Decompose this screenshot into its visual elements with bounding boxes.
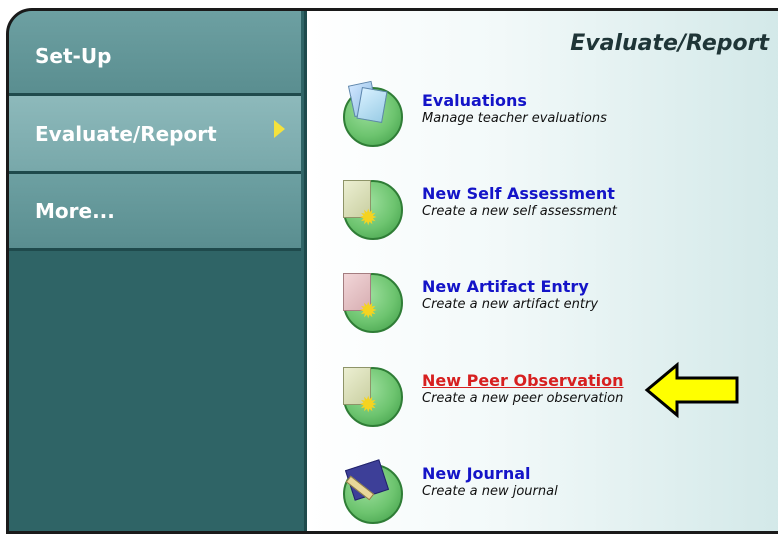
evaluations-icon bbox=[337, 80, 407, 153]
sidebar-item-label: More... bbox=[35, 199, 115, 223]
new-journal-description: Create a new journal bbox=[422, 484, 558, 499]
arrow-right-icon bbox=[274, 120, 285, 138]
journal-icon bbox=[337, 454, 407, 526]
sidebar-item-more[interactable]: More... bbox=[9, 174, 301, 251]
artifact-icon: ✹ bbox=[337, 267, 407, 339]
sidebar: Set-Up Evaluate/Report More... bbox=[9, 11, 304, 531]
sidebar-item-set-up[interactable]: Set-Up bbox=[9, 11, 301, 96]
new-artifact-entry-description: Create a new artifact entry bbox=[422, 297, 599, 312]
evaluations-link[interactable]: Evaluations bbox=[422, 91, 527, 110]
sidebar-item-evaluate-report[interactable]: Evaluate/Report bbox=[9, 96, 301, 174]
main-content: Evaluate/Report Evaluations Manage teach… bbox=[304, 11, 778, 531]
new-artifact-entry-link[interactable]: New Artifact Entry bbox=[422, 277, 589, 296]
new-self-assessment-link[interactable]: New Self Assessment bbox=[422, 184, 615, 203]
list-item-self-assessment[interactable]: ✹ New Self Assessment Create a new self … bbox=[327, 174, 767, 254]
list-item-journal[interactable]: New Journal Create a new journal bbox=[327, 454, 767, 531]
app-frame: Set-Up Evaluate/Report More... Evaluate/… bbox=[6, 8, 778, 534]
list-item-artifact-entry[interactable]: ✹ New Artifact Entry Create a new artifa… bbox=[327, 267, 767, 347]
peer-observation-icon: ✹ bbox=[337, 361, 407, 433]
evaluations-description: Manage teacher evaluations bbox=[422, 111, 607, 126]
page-title: Evaluate/Report bbox=[570, 31, 769, 56]
self-assessment-icon: ✹ bbox=[337, 174, 407, 246]
new-self-assessment-description: Create a new self assessment bbox=[422, 204, 617, 219]
arrow-callout-icon bbox=[644, 361, 739, 419]
list-item-evaluations[interactable]: Evaluations Manage teacher evaluations bbox=[327, 80, 767, 161]
sidebar-item-label: Evaluate/Report bbox=[35, 121, 217, 146]
sidebar-item-label: Set-Up bbox=[35, 44, 112, 68]
new-peer-observation-link[interactable]: New Peer Observation bbox=[422, 371, 624, 390]
new-journal-link[interactable]: New Journal bbox=[422, 464, 531, 483]
new-peer-observation-description: Create a new peer observation bbox=[422, 391, 624, 406]
